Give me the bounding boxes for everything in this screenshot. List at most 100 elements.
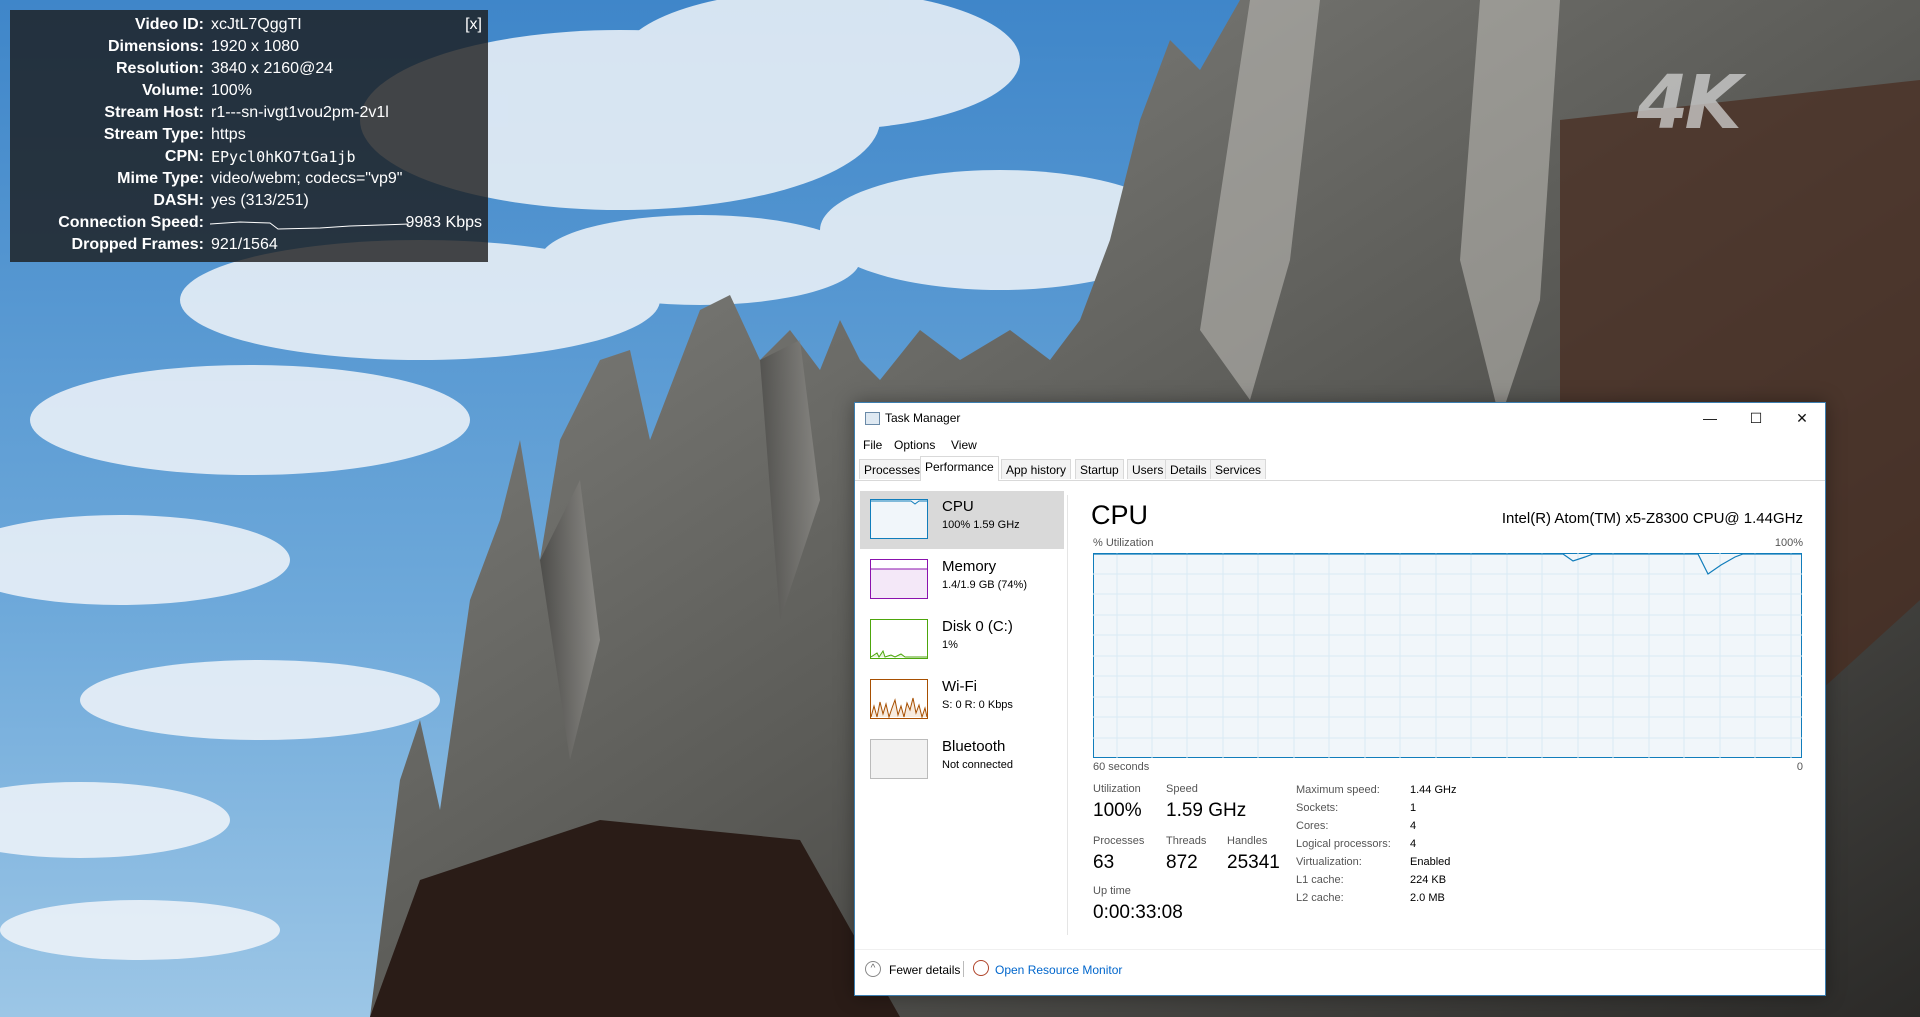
tab-performance[interactable]: Performance [920,456,999,481]
graph-label: % Utilization [1093,537,1154,549]
sidebar-title: Disk 0 (C:) [942,618,1013,635]
panel-divider [1067,495,1068,935]
stat-value: 1920 x 1080 [211,38,300,55]
graph-max-label: 100% [1774,537,1803,549]
disk-thumbnail [870,619,928,659]
menu-options[interactable]: Options [894,438,935,452]
menu-file[interactable]: File [863,438,882,452]
menu-view[interactable]: View [951,438,977,452]
spec-value: 1 [1410,802,1417,814]
tab-users[interactable]: Users [1127,459,1169,479]
stat-value: 100% [211,82,252,99]
stat-row-connection-speed: Connection Speed: 9983 Kbps [10,214,488,236]
speed-label: Speed [1166,783,1198,795]
disk-mini-graph [870,649,927,658]
cpu-utilization-graph [1093,553,1802,758]
stat-value: EPycl0hKO7tGa1jb [211,148,356,166]
tab-app-history[interactable]: App history [1001,459,1072,479]
spec-label: Cores: [1296,820,1329,832]
fewer-details-button[interactable]: Fewer details [889,963,960,977]
utilization-value: 100% [1093,800,1142,821]
uptime-value: 0:00:33:08 [1093,902,1183,923]
stat-row-stream-host: Stream Host: r1---sn-ivgt1vou2pm-2v1l [10,104,488,126]
stat-label: Dropped Frames: [71,236,204,253]
sidebar-item-disk[interactable]: Disk 0 (C:) 1% [860,611,1064,669]
sidebar-item-wifi[interactable]: Wi-Fi S: 0 R: 0 Kbps [860,671,1064,729]
sidebar-title: Wi-Fi [942,678,977,695]
window-title: Task Manager [885,411,961,425]
sidebar-item-cpu[interactable]: CPU 100% 1.59 GHz [860,491,1064,549]
spec-label: Logical processors: [1296,838,1391,850]
sidebar-title: CPU [942,498,974,515]
footer-divider [855,949,1825,950]
stats-for-nerds-panel: [x] Video ID: xcJtL7QggTI Dimensions: 19… [10,10,488,262]
open-resource-monitor-link[interactable]: Open Resource Monitor [995,963,1122,977]
stat-row-stream-type: Stream Type: https [10,126,488,148]
tab-details[interactable]: Details [1165,459,1212,479]
processes-label: Processes [1093,835,1145,847]
tab-processes[interactable]: Processes [859,459,926,479]
title-bar[interactable]: Task Manager — ☐ ✕ [855,403,1825,433]
stat-row-resolution: Resolution: 3840 x 2160@24 [10,60,488,82]
close-button[interactable]: ✕ [1779,403,1825,433]
spec-value: 4 [1410,838,1417,850]
sidebar-item-bluetooth[interactable]: Bluetooth Not connected [860,731,1064,789]
panel-title: CPU [1091,500,1149,530]
stat-value: 9983 Kbps [405,214,482,231]
sidebar-subtitle: 1.4/1.9 GB (74%) [942,579,1027,591]
stat-row-dimensions: Dimensions: 1920 x 1080 [10,38,488,60]
footer-separator [963,961,964,977]
spec-value: 1.44 GHz [1410,784,1457,796]
threads-value: 872 [1166,852,1198,873]
graph-time-label: 60 seconds [1093,761,1150,773]
spec-value: 4 [1410,820,1417,832]
tab-services[interactable]: Services [1210,459,1267,479]
handles-label: Handles [1227,835,1268,847]
sidebar-title: Bluetooth [942,738,1006,755]
spec-value: Enabled [1410,856,1451,868]
sidebar-item-memory[interactable]: Memory 1.4/1.9 GB (74%) [860,551,1064,609]
sidebar-subtitle: 1% [942,639,958,651]
speed-value: 1.59 GHz [1166,800,1247,821]
chevron-up-icon[interactable]: ^ [865,961,881,977]
stat-value: video/webm; codecs="vp9" [211,170,403,187]
stat-value: yes (313/251) [211,192,309,209]
stat-row-video-id: Video ID: xcJtL7QggTI [10,16,488,38]
stat-label: Stream Type: [103,126,204,143]
connection-speed-sparkline [210,221,410,230]
tab-startup[interactable]: Startup [1075,459,1124,479]
stat-row-dropped-frames: Dropped Frames: 921/1564 [10,236,488,258]
sidebar-subtitle: 100% 1.59 GHz [942,519,1020,531]
utilization-label: Utilization [1093,783,1141,795]
stat-row-dash: DASH: yes (313/251) [10,192,488,214]
handles-value: 25341 [1227,852,1280,873]
maximize-button[interactable]: ☐ [1733,403,1779,433]
stat-value: https [211,126,246,143]
spec-value: 224 KB [1410,874,1447,886]
stat-value: xcJtL7QggTI [211,16,302,33]
minimize-button[interactable]: — [1687,403,1733,433]
stat-row-mime-type: Mime Type: video/webm; codecs="vp9" [10,170,488,192]
spec-label: L1 cache: [1296,874,1344,886]
sidebar-title: Memory [942,558,997,575]
processes-value: 63 [1093,852,1115,873]
spec-value: 2.0 MB [1410,892,1445,904]
wifi-thumbnail [870,679,928,719]
cpu-thumbnail [870,499,928,539]
bluetooth-thumbnail [870,739,928,779]
stat-row-cpn: CPN: EPycl0hKO7tGa1jb [10,148,488,170]
stat-value: 3840 x 2160@24 [211,60,334,77]
memory-thumbnail [870,559,928,599]
stat-label: Stream Host: [104,104,204,121]
memory-mini-graph [871,568,927,598]
stat-label: Dimensions: [107,38,204,55]
threads-label: Threads [1166,835,1207,847]
stat-label: Volume: [142,82,204,99]
tab-bar: Processes Performance App history Startu… [855,456,1825,481]
spec-label: Virtualization: [1296,856,1362,868]
resource-monitor-icon [973,960,989,976]
task-manager-icon [865,412,880,425]
graph-min-label: 0 [1796,761,1803,773]
stat-value: 921/1564 [211,236,278,253]
4k-watermark: 4K [1637,60,1742,146]
